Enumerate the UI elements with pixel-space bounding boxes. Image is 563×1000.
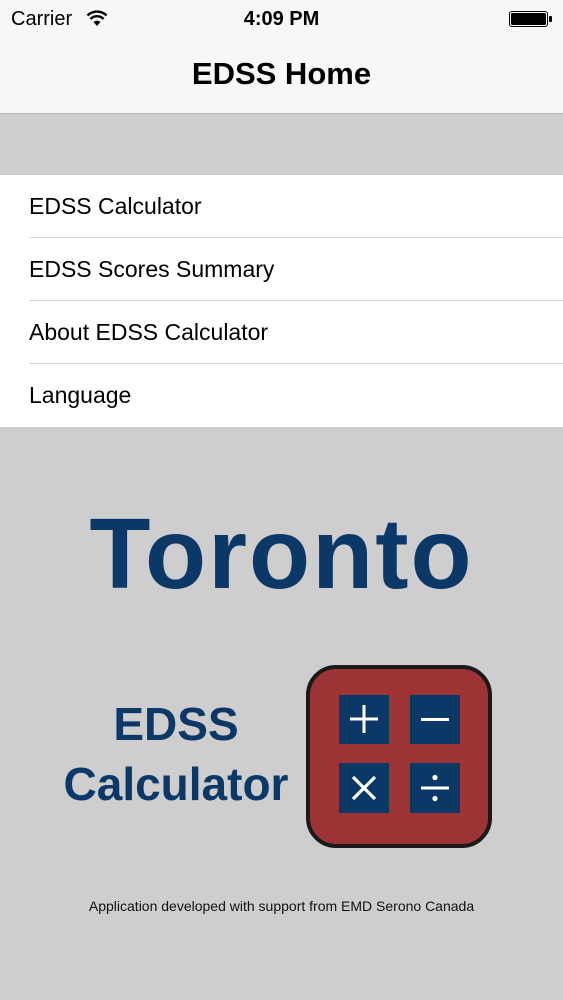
menu-item-about[interactable]: About EDSS Calculator	[0, 301, 563, 364]
status-bar: Carrier 4:09 PM	[0, 0, 563, 40]
battery-icon	[509, 11, 552, 27]
menu-item-language[interactable]: Language	[0, 364, 563, 427]
calculator-icon	[306, 665, 492, 848]
top-bar: Carrier 4:09 PM EDSS Home	[0, 0, 563, 114]
screen: Carrier 4:09 PM EDSS Home EDSS Calculato…	[0, 0, 563, 1000]
menu-item-edss-calculator[interactable]: EDSS Calculator	[0, 175, 563, 238]
logo-subtitle-line1: EDSS	[113, 698, 239, 750]
clock: 4:09 PM	[243, 8, 320, 30]
logo-subtitle: EDSS Calculator	[38, 694, 314, 814]
footer-credit: Application developed with support from …	[88, 898, 475, 914]
logo-subtitle-line2: Calculator	[63, 758, 289, 810]
menu-item-edss-scores-summary[interactable]: EDSS Scores Summary	[0, 238, 563, 301]
logo-title: Toronto	[89, 498, 474, 610]
page-title: EDSS Home	[191, 56, 372, 91]
menu-list: EDSS Calculator EDSS Scores Summary Abou…	[0, 175, 563, 427]
